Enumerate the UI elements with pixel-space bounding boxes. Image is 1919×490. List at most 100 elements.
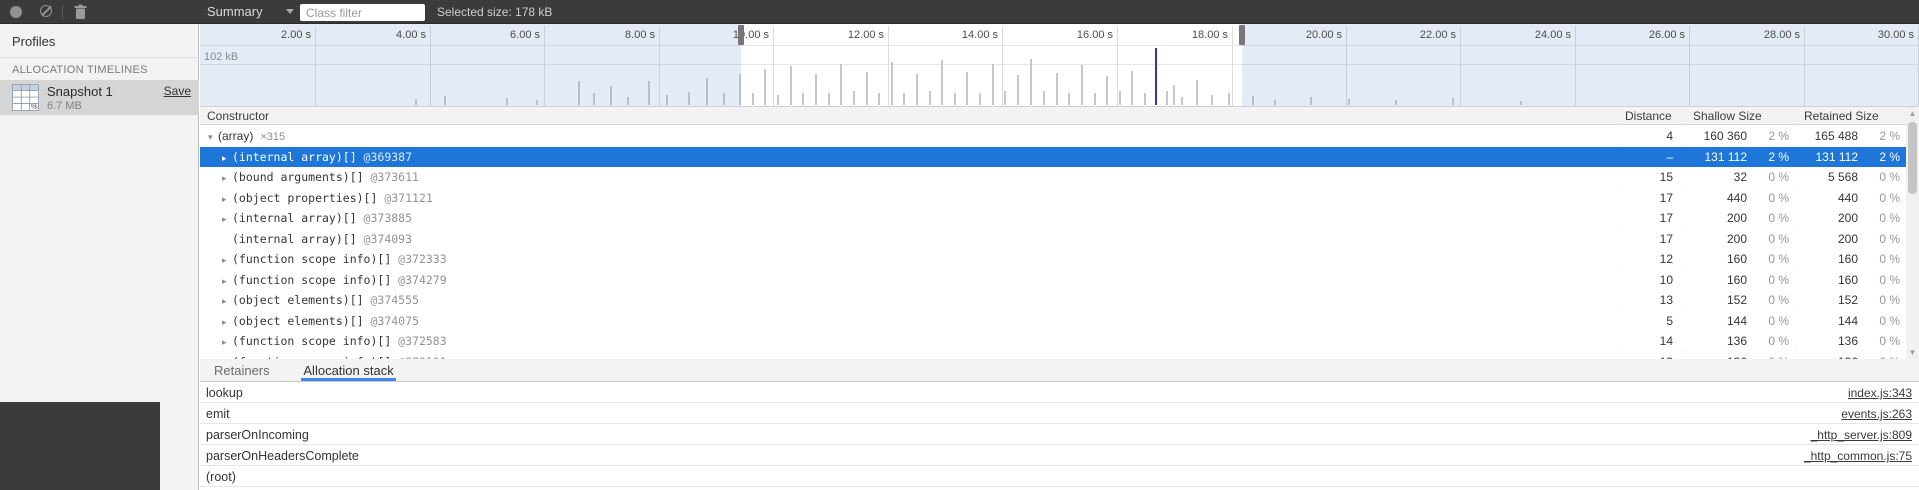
stack-frame-row[interactable]: parserOnIncoming_http_server.js:809 (200, 425, 1919, 445)
collapse-icon[interactable]: ▾ (208, 127, 213, 147)
clear-profiles-button[interactable] (33, 0, 57, 24)
ruler-tick-label: 30.00 s (1878, 29, 1914, 41)
column-header-retained-size[interactable]: Retained Size (1804, 107, 1879, 125)
expand-icon[interactable]: ▸ (222, 291, 227, 311)
grid-scrollbar[interactable]: ▲ ▼ (1906, 107, 1919, 359)
scrollbar-thumb[interactable] (1908, 122, 1917, 194)
object-id: @372333 (391, 252, 446, 266)
allocation-bar (1043, 91, 1045, 105)
allocation-bar (966, 72, 968, 105)
ruler-tick-label: 6.00 s (510, 29, 540, 41)
ruler-tick-label: 24.00 s (1535, 29, 1571, 41)
record-heap-button[interactable] (2, 0, 26, 24)
scroll-up-icon[interactable]: ▲ (1906, 107, 1919, 120)
stack-frame-row[interactable]: lookup index.js:343 (200, 383, 1919, 403)
sidebar-item-snapshot-1[interactable]: % Snapshot 1 6.7 MB Save (0, 80, 199, 115)
column-header-distance[interactable]: Distance (1625, 107, 1672, 125)
distance-cell: 14 (1619, 331, 1673, 351)
scroll-down-icon[interactable]: ▼ (1906, 346, 1919, 359)
expand-icon[interactable]: ▸ (222, 332, 227, 352)
distance-cell: – (1619, 147, 1673, 167)
allocation-timelines-section-label: ALLOCATION TIMELINES (12, 64, 148, 76)
save-snapshot-link[interactable]: Save (164, 84, 191, 98)
retained-cell: 131 112 (1800, 147, 1858, 167)
expand-icon[interactable]: ▸ (222, 271, 227, 291)
shallow-pct-cell: 0 % (1751, 249, 1789, 269)
expand-icon[interactable]: ▸ (222, 250, 227, 270)
table-row[interactable]: ▸(object elements)[] @37407551440 %1440 … (200, 311, 1906, 331)
frame-source-link[interactable]: index.js:343 (1848, 383, 1912, 403)
shallow-cell: 144 (1689, 311, 1747, 331)
allocation-bar (1166, 91, 1168, 105)
ruler-tick-label: 16.00 s (1077, 29, 1113, 41)
main-pane: 102 kB 2.00 s4.00 s6.00 s8.00 s10.00 s12… (200, 24, 1919, 490)
ruler-gridline (888, 26, 889, 106)
shallow-cell: 200 (1689, 208, 1747, 228)
chevron-down-icon (286, 9, 294, 14)
constructor-cell: (internal array)[] @374093 (232, 229, 412, 249)
retained-cell: 200 (1800, 208, 1858, 228)
expand-icon[interactable]: ▸ (222, 148, 227, 168)
frame-source-link[interactable]: _http_common.js:75 (1804, 446, 1912, 466)
constructor-cell: (object properties)[] @371121 (232, 188, 433, 208)
table-row[interactable]: ▾(array)×3154160 3602 %165 4882 % (200, 126, 1906, 146)
trash-icon (73, 4, 88, 20)
frame-source-link[interactable]: events.js:263 (1841, 404, 1912, 424)
frame-source-link[interactable]: _http_server.js:809 (1811, 425, 1912, 445)
record-icon (10, 6, 22, 18)
object-id: @374279 (391, 273, 446, 287)
table-row[interactable]: ▸(function scope info)[] @373191131360 %… (200, 352, 1906, 360)
stack-frame-row[interactable]: parserOnHeadersComplete_http_common.js:7… (200, 446, 1919, 466)
table-row[interactable]: ▸(bound arguments)[] @37361115320 %5 568… (200, 167, 1906, 187)
expand-icon[interactable]: ▸ (222, 209, 227, 229)
retained-cell: 144 (1800, 311, 1858, 331)
table-row[interactable]: (internal array)[] @374093172000 %2000 % (200, 229, 1906, 249)
column-header-constructor[interactable]: Constructor (207, 107, 269, 125)
delete-profile-button[interactable] (68, 0, 92, 24)
stack-frame-row[interactable]: emitevents.js:263 (200, 404, 1919, 424)
retained-cell: 200 (1800, 229, 1858, 249)
table-row[interactable]: ▸(object elements)[] @374555131520 %1520… (200, 290, 1906, 310)
column-header-shallow-size[interactable]: Shallow Size (1693, 107, 1762, 125)
ruler-tick-label: 18.00 s (1192, 29, 1228, 41)
expand-icon[interactable]: ▸ (222, 312, 227, 332)
ruler-tick-label: 4.00 s (396, 29, 426, 41)
ruler-tick-label: 26.00 s (1649, 29, 1685, 41)
selection-handle-left[interactable] (738, 25, 744, 45)
tab-retainers[interactable]: Retainers (212, 359, 272, 381)
stack-frame-row[interactable]: (root) (200, 467, 1919, 487)
table-row[interactable]: ▸(function scope info)[] @372583141360 %… (200, 331, 1906, 351)
table-row[interactable]: ▸(function scope info)[] @374279101600 %… (200, 270, 1906, 290)
expand-icon[interactable]: ▸ (222, 168, 227, 188)
table-row[interactable]: ▸(internal array)[] @373885172000 %2000 … (200, 208, 1906, 228)
tab-allocation-stack[interactable]: Allocation stack (301, 359, 395, 381)
allocation-bar (790, 66, 792, 105)
shallow-pct-cell: 0 % (1751, 188, 1789, 208)
table-row[interactable]: ▸(function scope info)[] @372333121600 %… (200, 249, 1906, 269)
retained-pct-cell: 0 % (1862, 249, 1900, 269)
perspective-select[interactable]: Summary (207, 0, 263, 24)
allocation-bar (1119, 91, 1121, 105)
retained-pct-cell: 0 % (1862, 208, 1900, 228)
selection-handle-right[interactable] (1239, 25, 1245, 45)
frame-function-name: lookup (206, 383, 243, 403)
shallow-cell: 152 (1689, 290, 1747, 310)
allocation-stack-pane: lookupindex.js:343emitevents.js:263parse… (200, 383, 1919, 490)
shallow-cell: 32 (1689, 167, 1747, 187)
allocation-timeline-chart[interactable]: 102 kB 2.00 s4.00 s6.00 s8.00 s10.00 s12… (200, 24, 1919, 106)
constructor-cell: (array)×315 (218, 126, 285, 147)
retained-cell: 5 568 (1800, 167, 1858, 187)
table-row[interactable]: ▸(internal array)[] @369387–131 1122 %13… (200, 147, 1906, 167)
constructor-cell: (internal array)[] @373885 (232, 208, 412, 228)
retained-cell: 136 (1800, 331, 1858, 351)
max-size-label: 102 kB (204, 51, 238, 63)
constructor-cell: (function scope info)[] @374279 (232, 270, 447, 290)
window-bottom-dark-region (0, 402, 160, 490)
object-id: @373611 (364, 170, 419, 184)
table-row[interactable]: ▸(object properties)[] @371121174400 %44… (200, 188, 1906, 208)
class-filter-input[interactable] (300, 4, 425, 21)
ruler-tick-label: 14.00 s (962, 29, 998, 41)
shallow-cell: 160 360 (1689, 126, 1747, 146)
expand-icon[interactable]: ▸ (222, 189, 227, 209)
distance-cell: 5 (1619, 311, 1673, 331)
